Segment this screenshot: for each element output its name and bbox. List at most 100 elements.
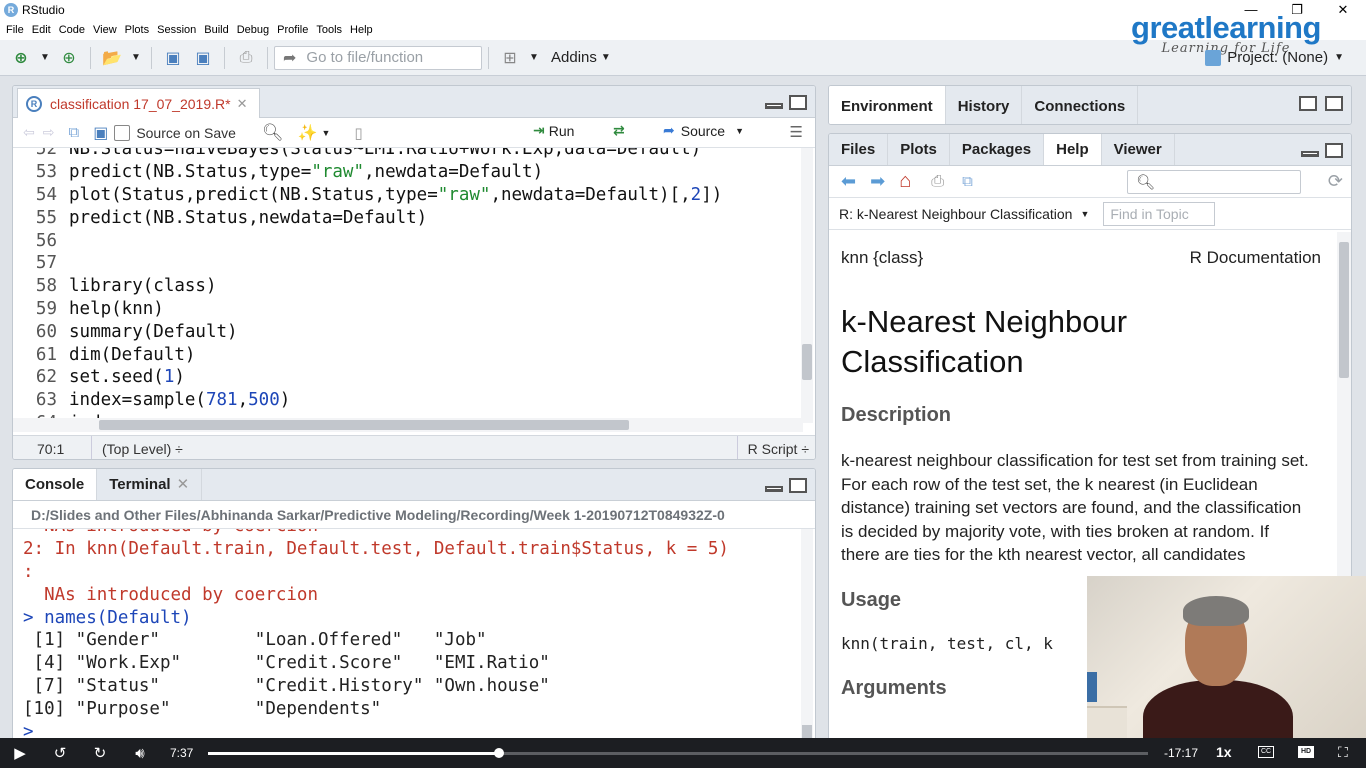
code-line[interactable]: 60 summary(Default) [13,320,803,343]
tab-files[interactable]: Files [829,134,889,165]
progress-knob[interactable] [494,748,505,758]
tab-viewer[interactable]: Viewer [1102,134,1175,165]
code-line[interactable]: 54 plot(Status,predict(NB.Status,type="ra… [13,184,803,207]
code-line[interactable]: 56 [13,229,803,252]
help-search-input[interactable]: 🔍︎ [1127,170,1301,194]
save-icon[interactable]: ▣ [93,123,108,143]
maximize-pane-icon[interactable] [1325,143,1343,158]
home-icon[interactable]: ⌂ [899,170,911,193]
menu-code[interactable]: Code [59,24,85,36]
minimize-pane-icon[interactable] [765,486,783,492]
dropdown-icon[interactable]: ▼ [40,47,50,69]
environment-pane: Environment History Connections [828,85,1352,125]
tab-history[interactable]: History [946,86,1023,124]
console-scrollbar[interactable] [801,529,813,743]
dropdown-icon[interactable]: ▼ [601,47,611,69]
back-arrow-icon[interactable]: ⇦ [23,124,35,141]
file-type-selector[interactable]: R Script ÷ [736,435,809,459]
menu-file[interactable]: File [6,24,24,36]
tab-packages[interactable]: Packages [950,134,1045,165]
console-output[interactable]: NAs introduced by coercion2: In knn(Defa… [13,529,803,743]
playback-speed[interactable]: 1x [1216,744,1232,760]
project-menu[interactable]: Project: (None) ▼ [1205,49,1344,66]
goto-file-input[interactable]: ➦ Go to file/function [274,45,482,70]
captions-icon[interactable]: CC [1258,746,1274,758]
back-arrow-icon[interactable]: ⬅ [841,171,856,192]
code-line[interactable]: 62 set.seed(1) [13,366,803,389]
magic-wand-icon[interactable]: ✨ [298,123,318,143]
refresh-icon[interactable]: ⟳ [1328,171,1343,192]
fullscreen-icon[interactable]: ⛶ [1338,744,1348,761]
menu-build[interactable]: Build [204,24,228,36]
new-file-icon[interactable]: ⊕ [10,47,32,69]
menu-tools[interactable]: Tools [316,24,342,36]
close-tab-icon[interactable]: ✕ [177,475,190,493]
run-button[interactable]: ⇥ Run [533,122,574,139]
forward-icon[interactable]: ↻ [80,744,120,762]
code-line[interactable]: 57 [13,252,803,275]
outline-icon[interactable]: ☰ [790,123,803,141]
menu-profile[interactable]: Profile [277,24,308,36]
play-icon[interactable]: ▶ [0,744,40,762]
maximize-pane-icon[interactable] [1325,96,1343,111]
tab-connections-label: Connections [1034,97,1126,115]
restore-pane-icon[interactable] [1299,96,1317,111]
search-icon[interactable]: 🔍︎ [262,123,284,143]
grid-layout-icon[interactable]: ⊞ [499,47,521,69]
find-in-topic-input[interactable]: Find in Topic [1103,201,1216,226]
code-line[interactable]: 53 predict(NB.Status,type="raw",newdata=D… [13,161,803,184]
tab-environment[interactable]: Environment [829,86,946,124]
code-line[interactable]: 59 help(knn) [13,298,803,321]
minimize-pane-icon[interactable] [765,103,783,109]
volume-icon[interactable]: 🔊︎ [120,745,160,762]
show-in-window-icon[interactable]: ⧉ [962,173,973,190]
rewind-icon[interactable]: ↺ [40,744,80,762]
tab-console[interactable]: Console [13,469,98,500]
tab-connections[interactable]: Connections [1022,86,1139,124]
code-line[interactable]: 55 predict(NB.Status,newdata=Default) [13,206,803,229]
dropdown-icon[interactable]: ▼ [321,128,330,138]
code-line[interactable]: 61 dim(Default) [13,343,803,366]
code-line[interactable]: 52 NB.Status=naiveBayes(Status~EMI.Ratio+… [13,148,803,161]
open-file-icon[interactable]: 📂 [101,47,123,69]
tab-help[interactable]: Help [1044,134,1102,165]
minimize-pane-icon[interactable] [1301,151,1319,157]
rerun-icon[interactable]: ⇄ [613,122,625,139]
compile-report-icon[interactable]: ▯ [354,124,362,142]
forward-arrow-icon[interactable]: ⇨ [43,124,55,141]
source-tab[interactable]: R classification 17_07_2019.R* ✕ [17,88,261,118]
dropdown-icon[interactable]: ▼ [529,47,539,69]
menu-session[interactable]: Session [157,24,196,36]
print-icon[interactable]: ⎙ [235,47,257,69]
close-tab-icon[interactable]: ✕ [237,96,248,112]
addins-menu[interactable]: Addins [551,49,597,66]
code-line[interactable]: 58 library(class) [13,275,803,298]
save-icon[interactable]: ▣ [162,47,184,69]
menu-debug[interactable]: Debug [237,24,269,36]
maximize-pane-icon[interactable] [789,95,807,110]
tab-terminal[interactable]: Terminal ✕ [97,469,203,500]
menu-help[interactable]: Help [350,24,373,36]
menu-view[interactable]: View [93,24,117,36]
show-in-window-icon[interactable]: ⧉ [68,124,79,141]
save-all-icon[interactable]: ▣ [192,47,214,69]
new-project-icon[interactable]: ⊕ [58,47,80,69]
tab-plots[interactable]: Plots [888,134,950,165]
source-on-save-checkbox[interactable]: Source on Save [114,124,236,141]
hd-icon[interactable]: HD [1298,746,1314,758]
code-editor[interactable]: 52 NB.Status=naiveBayes(Status~EMI.Ratio+… [13,148,803,423]
menu-edit[interactable]: Edit [32,24,51,36]
video-progress-bar[interactable] [208,748,1148,758]
print-icon[interactable]: ⎙ [931,173,944,191]
dropdown-icon[interactable]: ▼ [131,47,141,69]
code-line[interactable]: 63 index=sample(781,500) [13,389,803,412]
dropdown-icon[interactable]: ▼ [1080,209,1089,219]
forward-arrow-icon[interactable]: ➡ [870,171,885,192]
editor-horizontal-scrollbar[interactable] [13,418,803,432]
source-button[interactable]: ➦ Source ▼ [663,122,744,139]
maximize-pane-icon[interactable] [789,478,807,493]
scope-selector[interactable]: (Top Level) ÷ [91,435,183,459]
menu-plots[interactable]: Plots [125,24,149,36]
help-topic-selector[interactable]: R: k-Nearest Neighbour Classification [839,206,1072,222]
editor-vertical-scrollbar[interactable] [801,148,813,423]
